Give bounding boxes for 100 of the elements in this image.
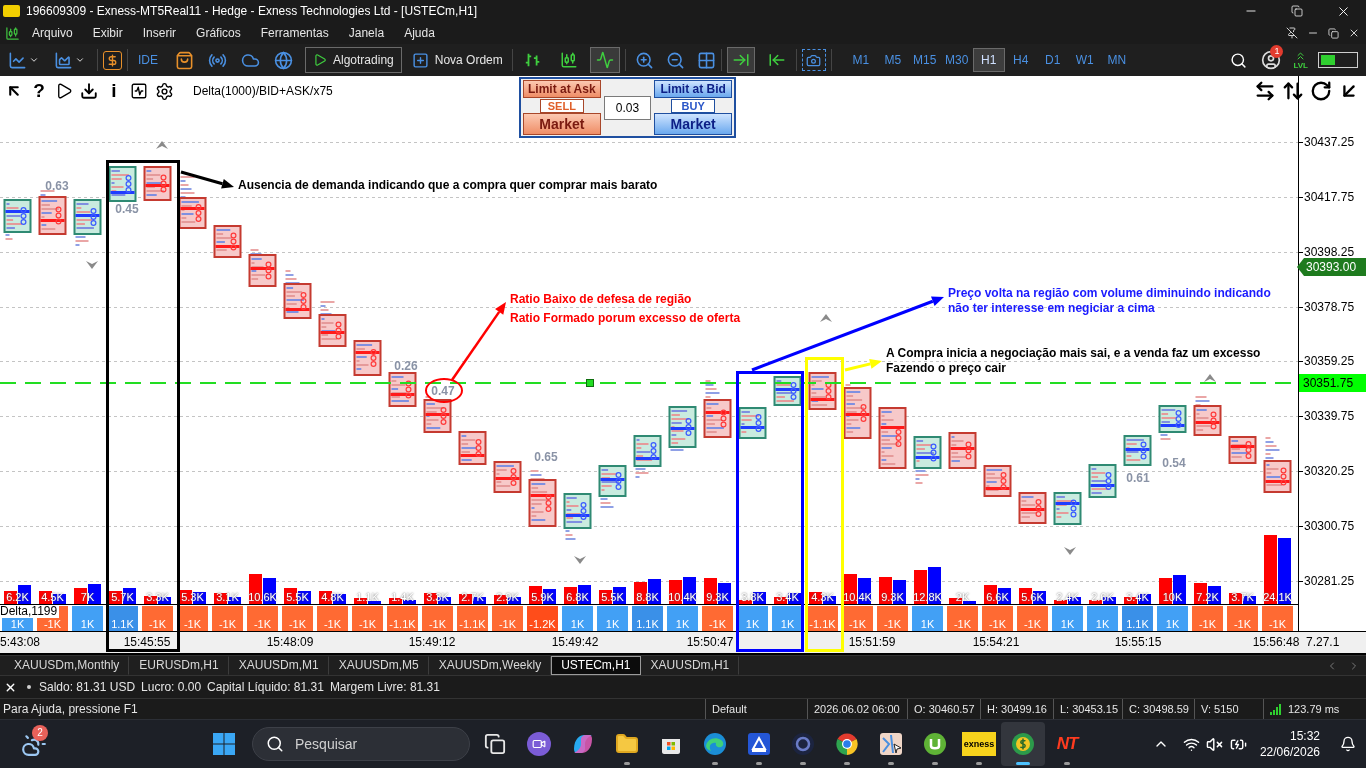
time-label: 15:50:47 xyxy=(686,635,734,649)
indicator-title: Delta(1000)/BID+ASK/x75 xyxy=(193,84,333,98)
timeframe-button[interactable]: D1 xyxy=(1036,48,1069,72)
muted-speaker-icon[interactable] xyxy=(1205,735,1223,753)
delta-bar: 1K xyxy=(1087,606,1118,631)
search-icon xyxy=(266,735,284,753)
time-label: 5:43:08 xyxy=(0,635,41,649)
chart-toggle-button[interactable] xyxy=(726,47,755,73)
ratio-label: 0.61 xyxy=(1126,471,1150,485)
info-button[interactable]: i xyxy=(105,80,123,102)
dollar-icon[interactable] xyxy=(103,50,122,70)
delta-bar: -1.1K xyxy=(387,606,418,631)
footprint-candle xyxy=(143,166,172,201)
close-icon[interactable] xyxy=(1348,27,1360,39)
timeframe-button[interactable]: M1 xyxy=(844,48,877,72)
timeframe-button[interactable]: M15 xyxy=(908,48,941,72)
delta-bar: 1.1K xyxy=(107,606,138,631)
limit-buy-button[interactable]: Limit at Bid xyxy=(654,80,732,98)
help-button[interactable]: ? xyxy=(30,80,48,102)
horizontal-arrows-icon[interactable] xyxy=(1254,80,1276,102)
restore-icon[interactable] xyxy=(1328,27,1339,39)
new-order-button[interactable]: Nova Ordem xyxy=(407,47,507,73)
rotate-icon[interactable] xyxy=(1310,80,1332,102)
limit-sell-button[interactable]: Limit at Ask xyxy=(523,80,601,98)
delta-bar: 1K xyxy=(667,606,698,631)
menu-item[interactable]: Ajuda xyxy=(394,23,445,43)
globe-icon[interactable] xyxy=(274,50,293,70)
delta-bar: -1K xyxy=(702,606,733,631)
vertical-arrows-icon[interactable] xyxy=(1282,80,1304,102)
buy-button[interactable]: BUY xyxy=(671,98,716,113)
delta-bar: -1K xyxy=(247,606,278,631)
lot-size-field[interactable]: 0.03 xyxy=(603,95,652,120)
menu-item[interactable]: Exibir xyxy=(82,23,133,43)
taskbar-app-button[interactable] xyxy=(1001,722,1045,766)
delta-bar: 1.1K xyxy=(1122,606,1153,631)
taskbar-app-button[interactable]: NT xyxy=(1045,722,1089,766)
menu-item[interactable]: Janela xyxy=(338,23,395,43)
market-buy-button[interactable]: Market xyxy=(654,113,732,135)
play-icon[interactable] xyxy=(55,82,73,100)
chart-type-button[interactable] xyxy=(589,47,620,73)
menu-item[interactable]: Inserir xyxy=(132,23,187,43)
delta-bar: -1.1K xyxy=(457,606,488,631)
caret-icon[interactable] xyxy=(29,55,39,65)
search-field[interactable]: Pesquisar xyxy=(252,727,470,761)
chevron-up-icon xyxy=(820,314,832,322)
footprint-candle xyxy=(248,249,277,287)
delta-bar: -1K xyxy=(1192,606,1223,631)
delta-bar: -1K xyxy=(1227,606,1258,631)
delta-bar: 1K xyxy=(597,606,628,631)
search-icon[interactable] xyxy=(1230,51,1248,69)
download-icon[interactable] xyxy=(80,82,98,100)
delta-bar: -1K xyxy=(947,606,978,631)
time-label: 15:48:09 xyxy=(266,635,314,649)
delta-bar: -1.2K xyxy=(527,606,558,631)
timeframe-button[interactable]: H1 xyxy=(972,48,1005,72)
bar-chart-icon xyxy=(523,51,542,69)
footprint-candle xyxy=(178,176,207,229)
zoom-out-icon[interactable] xyxy=(665,50,685,70)
menu-item[interactable]: Ferramentas xyxy=(250,23,339,43)
caret-icon[interactable] xyxy=(75,55,85,65)
footprint-candle xyxy=(633,435,662,478)
u-shape-circle-icon xyxy=(923,732,947,756)
settings-icon[interactable] xyxy=(155,81,174,101)
shopping-bag-icon[interactable] xyxy=(175,50,194,70)
line-chart-icon[interactable] xyxy=(8,50,27,70)
taskbar-app-button[interactable]: exness xyxy=(957,722,1001,766)
menu-item[interactable]: Arquivo xyxy=(22,23,83,43)
menu-item[interactable]: Gráficos xyxy=(186,23,251,43)
algotrading-button[interactable]: Algotrading xyxy=(305,47,402,73)
timeframe-button[interactable]: W1 xyxy=(1068,48,1101,72)
ratio-label: 0.54 xyxy=(1162,456,1186,470)
grid-icon[interactable] xyxy=(696,50,716,70)
zoom-in-icon[interactable] xyxy=(634,50,654,70)
price-label: 30437.25 xyxy=(1304,135,1355,149)
footprint-candle xyxy=(528,470,557,527)
timeframe-button[interactable]: M5 xyxy=(876,48,909,72)
area-chart-icon[interactable] xyxy=(54,50,73,70)
camera-icon[interactable] xyxy=(801,49,826,71)
bell-icon[interactable] xyxy=(1340,736,1356,752)
chart-tab[interactable]: USTECm,H1 xyxy=(551,656,641,675)
footprint-candle xyxy=(108,166,137,202)
footprint-candle xyxy=(423,396,452,433)
delta-bar: 1.1K xyxy=(632,606,663,631)
account-value: Margem Livre: 81.31 xyxy=(329,679,440,696)
timeframe-button[interactable]: MN xyxy=(1100,48,1133,72)
ide-button[interactable]: IDE xyxy=(133,51,163,69)
price-label: 30398.25 xyxy=(1304,245,1355,259)
market-sell-button[interactable]: Market xyxy=(523,113,601,135)
annotation-text: Ausencia de demanda indicando que a compra quer comprar mais barato xyxy=(238,178,658,193)
colorful-swirl-icon xyxy=(571,732,595,756)
delta-bar: 1K xyxy=(912,606,943,631)
price-label: 30339.75 xyxy=(1304,409,1355,423)
sell-button[interactable]: SELL xyxy=(539,98,584,113)
logo-text: NT xyxy=(1056,734,1078,754)
timeframe-button[interactable]: H4 xyxy=(1004,48,1037,72)
unpin-icon[interactable] xyxy=(1286,27,1298,39)
level-label: LVL xyxy=(1293,62,1308,70)
timeframe-button[interactable]: M30 xyxy=(940,48,973,72)
account-icon[interactable] xyxy=(1261,50,1282,70)
chart-window-icon[interactable] xyxy=(130,82,148,100)
